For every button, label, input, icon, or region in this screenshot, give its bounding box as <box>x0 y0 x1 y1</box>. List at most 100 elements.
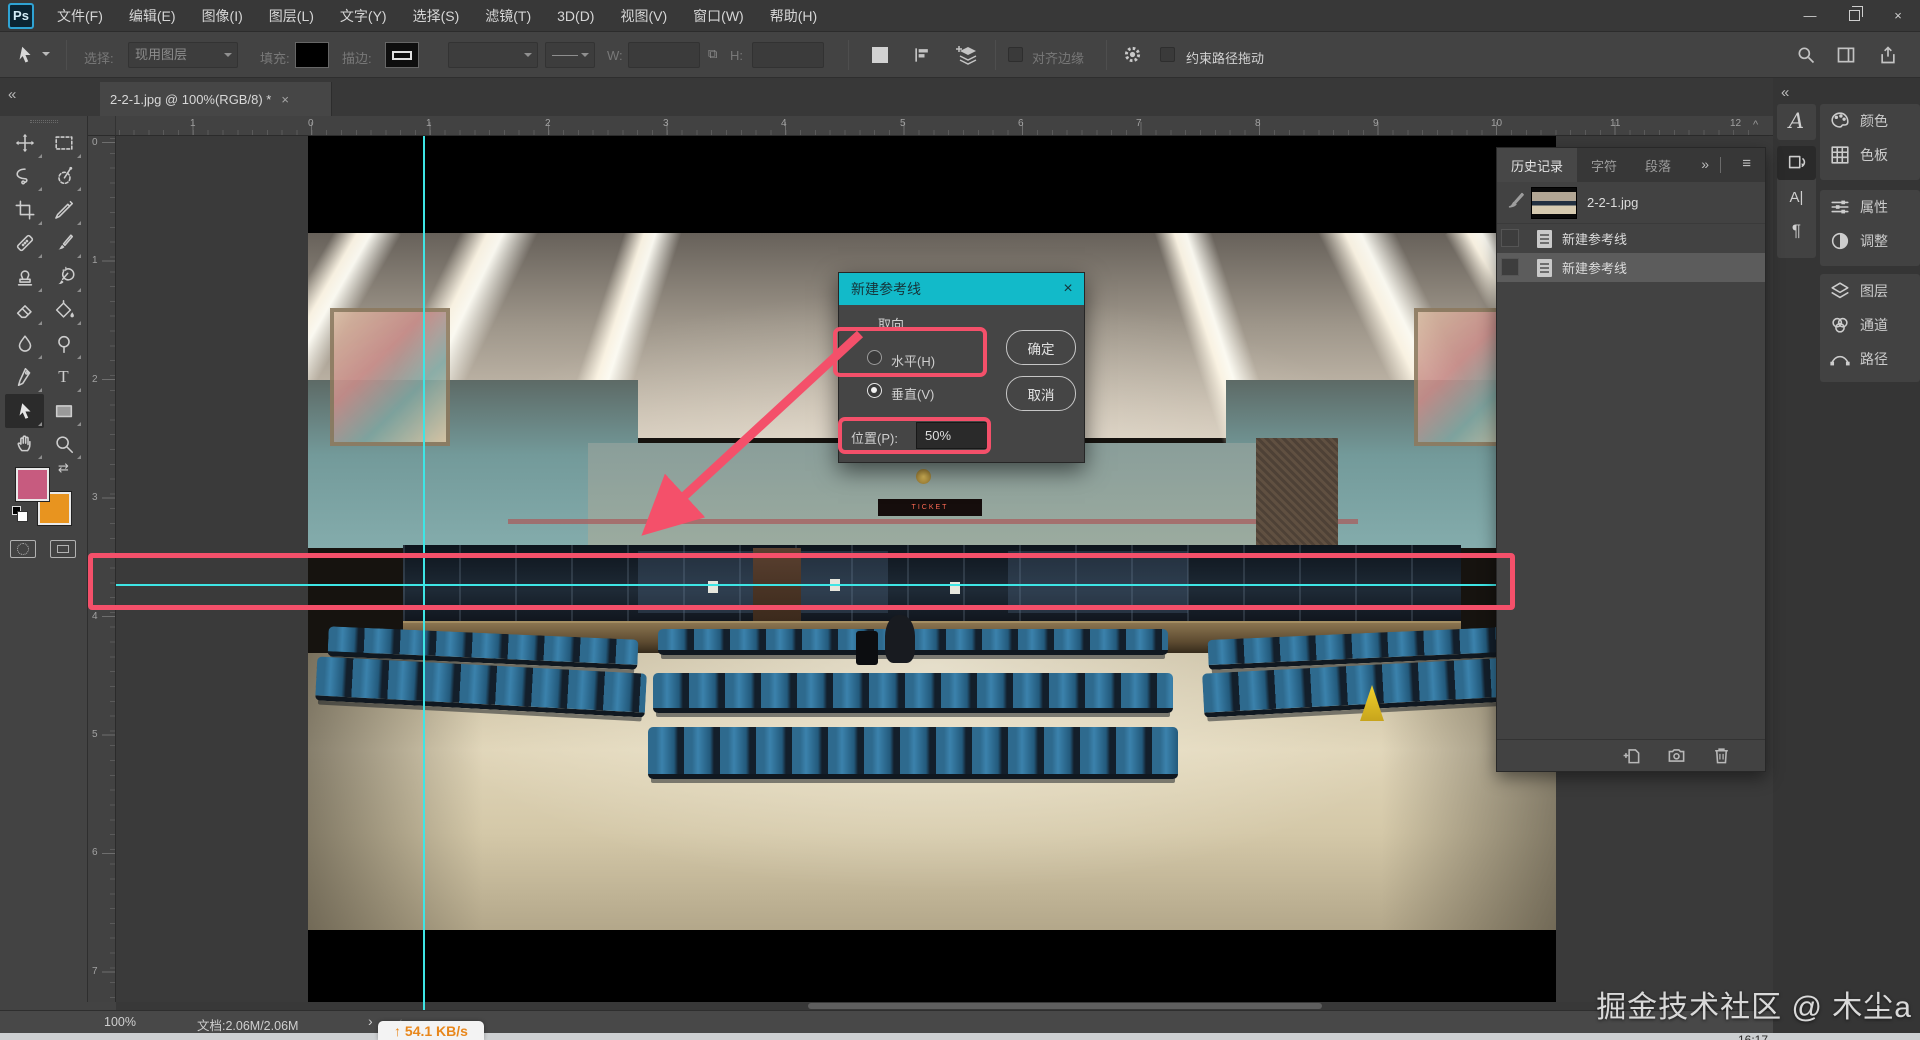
tool-lasso[interactable] <box>5 160 44 194</box>
history-source-well[interactable] <box>1501 258 1519 276</box>
menu-item-1[interactable]: 文件(F) <box>44 0 116 32</box>
tool-dodge[interactable] <box>44 327 83 361</box>
tool-eyedropper[interactable] <box>44 193 83 227</box>
default-colors-icon[interactable] <box>12 506 28 522</box>
dock-panel-grid[interactable]: 色板 <box>1820 138 1920 172</box>
minimize-button[interactable]: — <box>1788 0 1832 32</box>
tool-marquee[interactable] <box>44 126 83 160</box>
constrain-path-checkbox[interactable] <box>1160 47 1175 62</box>
chevron-down-icon <box>224 53 232 61</box>
close-button[interactable]: × <box>1876 0 1920 32</box>
menu-item-9[interactable]: 视图(V) <box>607 0 680 32</box>
history-state-row[interactable]: 新建参考线 <box>1497 224 1765 253</box>
menu-item-3[interactable]: 图像(I) <box>189 0 256 32</box>
menu-item-4[interactable]: 图层(L) <box>256 0 327 32</box>
shape-mode-icon[interactable] <box>872 47 888 63</box>
panel-menu-icon[interactable]: ≡ <box>1742 155 1751 172</box>
menu-item-5[interactable]: 文字(Y) <box>327 0 400 32</box>
dock-panel-halfcircle[interactable]: 调整 <box>1820 224 1920 258</box>
h-ruler-number: 7 <box>1136 118 1142 129</box>
history-panel-icon[interactable] <box>1777 146 1816 180</box>
menu-item-7[interactable]: 滤镜(T) <box>472 0 544 32</box>
scrollbar-up-arrow[interactable]: ^ <box>1753 119 1758 131</box>
restore-button[interactable] <box>1832 0 1876 32</box>
document-tab[interactable]: 2-2-1.jpg @ 100%(RGB/8) * × <box>100 82 332 116</box>
tool-quick-select[interactable] <box>44 160 83 194</box>
paragraph-panel-icon[interactable]: ¶ <box>1777 214 1816 248</box>
tool-gradient[interactable] <box>44 294 83 328</box>
panel-tab-1[interactable]: 历史记录 <box>1497 148 1578 182</box>
tool-clone-stamp[interactable] <box>5 260 44 294</box>
align-edges-checkbox[interactable] <box>1008 47 1023 62</box>
fill-swatch[interactable] <box>295 42 329 68</box>
tool-shape[interactable] <box>44 394 83 428</box>
path-alignment-icon[interactable] <box>912 45 932 65</box>
dock-panel-paths[interactable]: 路径 <box>1820 342 1920 376</box>
dock-panel-layers[interactable]: 图层 <box>1820 274 1920 308</box>
menu-item-8[interactable]: 3D(D) <box>544 0 607 32</box>
workspace-icon[interactable] <box>1836 45 1856 65</box>
dialog-close-icon[interactable]: × <box>1052 273 1084 305</box>
dock-panel-sliders[interactable]: 属性 <box>1820 190 1920 224</box>
ok-button[interactable]: 确定 <box>1006 330 1076 365</box>
dialog-title-bar[interactable]: 新建参考线 × <box>839 273 1084 305</box>
foreground-color-swatch[interactable] <box>15 467 50 502</box>
tool-hand[interactable] <box>5 428 44 462</box>
history-state-row[interactable]: 新建参考线 <box>1497 253 1765 282</box>
history-source-well[interactable] <box>1501 229 1519 247</box>
dock-panel-channels[interactable]: 通道 <box>1820 308 1920 342</box>
tool-blur[interactable] <box>5 327 44 361</box>
channels-icon <box>1829 314 1851 336</box>
height-input[interactable] <box>752 42 824 68</box>
menu-item-11[interactable]: 帮助(H) <box>757 0 830 32</box>
tool-pen[interactable] <box>5 361 44 395</box>
taskbar-clock: 16:17 <box>1738 1033 1769 1040</box>
tool-healing[interactable] <box>5 227 44 261</box>
history-snapshot-row[interactable]: 2-2-1.jpg <box>1497 182 1765 224</box>
h-ruler-number: 4 <box>781 118 787 129</box>
new-document-from-state-icon[interactable] <box>1622 746 1641 765</box>
link-dimensions-icon[interactable]: ⧉ <box>708 46 717 62</box>
vertical-radio-label[interactable]: 垂直(V) <box>891 384 934 403</box>
tool-preset-caret[interactable] <box>42 52 50 60</box>
menu-item-6[interactable]: 选择(S) <box>400 0 473 32</box>
screen-mode-button[interactable] <box>50 540 76 558</box>
tool-path-select[interactable] <box>5 394 44 428</box>
select-mode-dropdown[interactable]: 现用图层 <box>128 42 238 68</box>
ruler-corner[interactable] <box>88 116 116 136</box>
panel-tab-2[interactable]: 字符 <box>1577 148 1631 182</box>
collapse-panels-icon[interactable]: « <box>8 86 16 103</box>
swap-colors-icon[interactable]: ⇄ <box>58 460 69 476</box>
tool-type[interactable]: T <box>44 361 83 395</box>
horizontal-ruler[interactable]: 1 0 1 2 3 4 5 6 7 8 9 10 11 12 <box>116 116 1773 136</box>
tool-brush[interactable] <box>44 227 83 261</box>
share-icon[interactable] <box>1878 45 1898 65</box>
stroke-width-dropdown[interactable] <box>448 42 538 68</box>
tool-history-brush[interactable] <box>44 260 83 294</box>
tool-move[interactable] <box>5 126 44 160</box>
stroke-type-dropdown[interactable]: —— <box>545 42 595 68</box>
tool-zoom[interactable] <box>44 428 83 462</box>
path-arrangement-icon[interactable] <box>955 43 981 67</box>
glyphs-panel-icon[interactable]: A <box>1777 104 1816 138</box>
search-icon[interactable] <box>1796 45 1816 65</box>
width-input[interactable] <box>628 42 700 68</box>
quick-mask-button[interactable] <box>10 540 36 558</box>
close-tab-icon[interactable]: × <box>281 92 289 107</box>
panel-grip[interactable] <box>30 120 58 123</box>
menu-item-10[interactable]: 窗口(W) <box>680 0 757 32</box>
tool-crop[interactable] <box>5 193 44 227</box>
tool-eraser[interactable] <box>5 294 44 328</box>
cancel-button[interactable]: 取消 <box>1006 376 1076 411</box>
new-snapshot-camera-icon[interactable] <box>1667 746 1686 765</box>
dock-panel-palette[interactable]: 颜色 <box>1820 104 1920 138</box>
gear-icon[interactable] <box>1122 44 1143 65</box>
stroke-swatch[interactable] <box>385 42 419 68</box>
trash-icon[interactable] <box>1712 746 1731 765</box>
vertical-radio[interactable] <box>867 383 882 398</box>
menu-item-2[interactable]: 编辑(E) <box>116 0 189 32</box>
character-panel-icon[interactable]: A| <box>1777 180 1816 214</box>
collapse-dock-icon[interactable]: « <box>1781 84 1789 101</box>
expand-panel-icon[interactable]: » <box>1701 156 1709 172</box>
panel-tab-3[interactable]: 段落 <box>1631 148 1685 182</box>
